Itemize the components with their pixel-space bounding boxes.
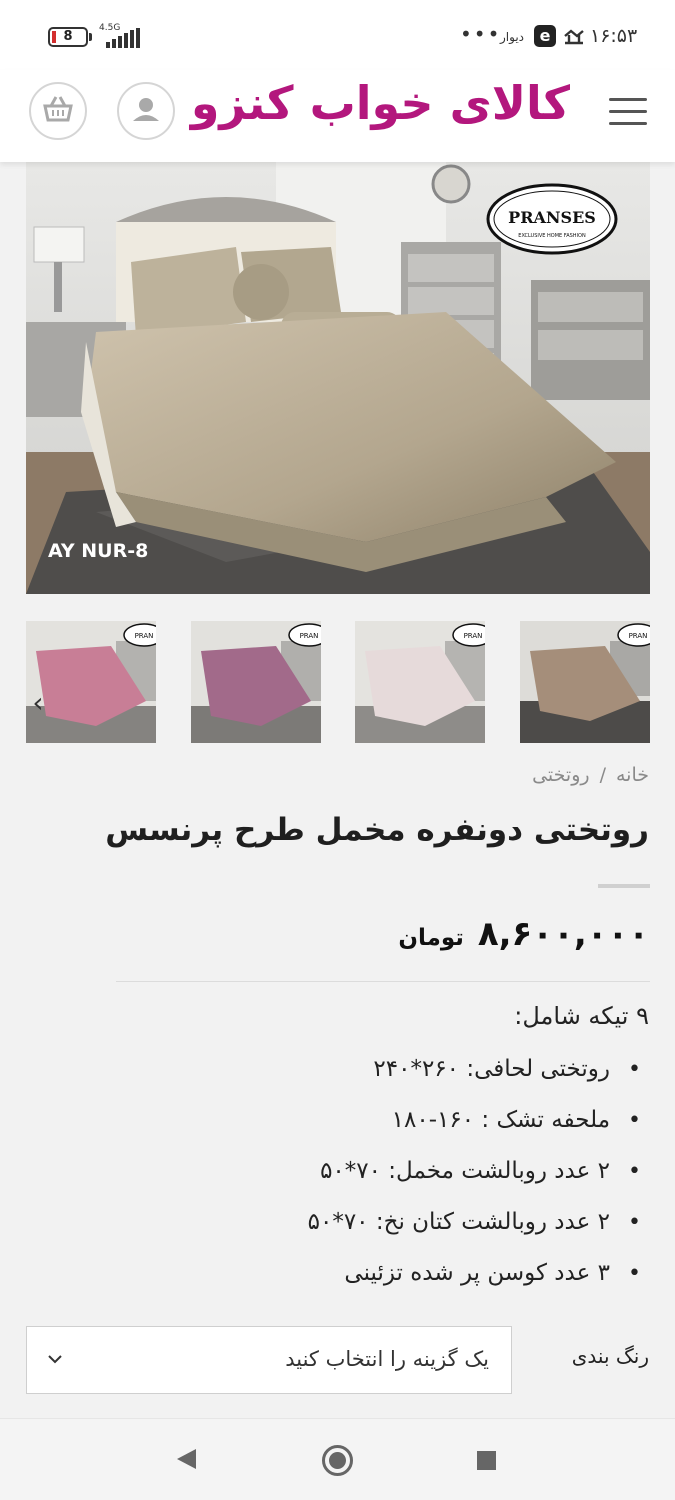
breadcrumb-home[interactable]: خانه	[616, 764, 649, 786]
chevron-down-icon	[48, 1355, 62, 1364]
feature-item: ۲ عدد روبالشت کتان نخ: ۷۰*۵۰	[308, 1202, 641, 1253]
hamburger-menu-icon[interactable]	[609, 98, 647, 126]
breadcrumb-separator: /	[599, 764, 606, 786]
price-currency: تومان	[398, 925, 464, 951]
status-bar: 8 4.5G ••• دیوار e ۱۶:۵۳	[0, 0, 675, 70]
site-header: کالای خواب کنزو	[0, 70, 675, 162]
battery-level: 8	[63, 29, 73, 44]
color-variation-label: رنگ بندی	[571, 1344, 649, 1368]
product-main-image[interactable]: AY NUR-8 PRANSES EXCLUSIVE HOME FASHION	[26, 162, 650, 594]
svg-text:PRAN: PRAN	[629, 632, 648, 640]
recent-apps-icon[interactable]	[477, 1451, 496, 1470]
breadcrumb: خانه / روتختی	[532, 764, 649, 786]
signal-icon	[98, 28, 142, 48]
thumbnail-strip: PRAN PRAN PRAN PRAN	[26, 621, 650, 743]
thumbnail-4[interactable]: PRAN	[26, 621, 156, 743]
price-divider	[116, 981, 650, 982]
status-time: ۱۶:۵۳	[590, 25, 638, 47]
color-select[interactable]: یک گزینه را انتخاب کنید	[26, 1326, 512, 1394]
feature-item: ۳ عدد کوسن پر شده تزئینی	[308, 1253, 641, 1304]
notification-icon	[564, 29, 584, 45]
thumbnail-2[interactable]: PRAN	[355, 621, 485, 743]
brand-logo: PRANSES	[508, 208, 596, 227]
select-placeholder: یک گزینه را انتخاب کنید	[285, 1347, 489, 1371]
account-button[interactable]	[117, 82, 175, 140]
feature-item: روتختی لحافی: ۲۶۰*۲۴۰	[308, 1049, 641, 1100]
more-notifications-icon: •••	[460, 22, 502, 46]
home-icon[interactable]	[322, 1445, 353, 1476]
battery-icon: 8	[48, 27, 92, 47]
site-title[interactable]: کالای خواب کنزو	[191, 76, 570, 130]
cart-button[interactable]	[29, 82, 87, 140]
price-amount: ۸,۶۰۰,۰۰۰	[477, 914, 649, 954]
back-icon[interactable]	[177, 1449, 196, 1469]
e-app-icon: e	[534, 25, 556, 47]
svg-text:PRAN: PRAN	[464, 632, 483, 640]
feature-item: ۲ عدد روبالشت مخمل: ۷۰*۵۰	[308, 1151, 641, 1202]
title-divider	[598, 884, 650, 888]
svg-text:PRAN: PRAN	[135, 632, 154, 640]
main-image-caption: AY NUR-8	[48, 540, 148, 562]
thumbnail-1[interactable]: PRAN	[520, 621, 650, 743]
svg-text:PRAN: PRAN	[300, 632, 319, 640]
product-title: روتختی دونفره مخمل طرح پرنسس	[105, 812, 649, 848]
brand-tagline: EXCLUSIVE HOME FASHION	[518, 233, 586, 239]
feature-list: روتختی لحافی: ۲۶۰*۲۴۰ ملحفه تشک : ۱۶۰-۱۸…	[308, 1049, 641, 1304]
user-icon	[133, 98, 159, 121]
divar-icon: دیوار	[500, 30, 525, 44]
cart-icon	[43, 96, 73, 122]
product-price: ۸,۶۰۰,۰۰۰ تومان	[398, 914, 649, 954]
chevron-left-icon[interactable]: ‹	[26, 686, 50, 720]
description-heading: ۹ تیکه شامل:	[514, 1002, 649, 1030]
system-nav-bar	[0, 1418, 675, 1500]
feature-item: ملحفه تشک : ۱۶۰-۱۸۰	[308, 1100, 641, 1151]
thumbnail-3[interactable]: PRAN	[191, 621, 321, 743]
breadcrumb-category[interactable]: روتختی	[532, 764, 589, 786]
